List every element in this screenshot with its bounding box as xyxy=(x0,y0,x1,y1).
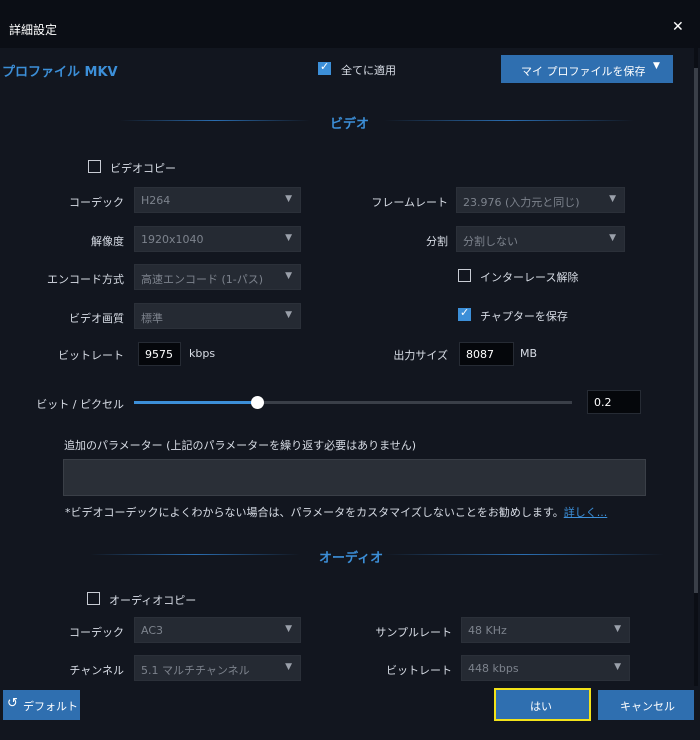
resolution-label: 解像度 xyxy=(91,235,124,248)
ok-button[interactable]: はい xyxy=(494,688,591,721)
sample-rate-value: 48 KHz xyxy=(468,624,507,637)
slider-fill xyxy=(134,401,257,404)
codec-note: *ビデオコーデックによくわからない場合は、パラメータをカスタマイズしないことをお… xyxy=(65,504,607,520)
audio-bitrate-value: 448 kbps xyxy=(468,662,519,675)
advanced-settings-dialog: 詳細設定 ✕ プロファイル MKV 全てに適用 マイ プロファイルを保存 ▼ ビ… xyxy=(0,0,700,740)
keep-chapters-label: チャプターを保存 xyxy=(480,310,568,323)
chevron-down-icon: ▼ xyxy=(614,624,621,634)
output-size-unit: MB xyxy=(520,347,538,360)
save-profile-label: マイ プロファイルを保存 xyxy=(521,65,646,78)
split-value: 分割しない xyxy=(463,235,518,248)
chevron-down-icon: ▼ xyxy=(609,194,616,204)
video-quality-label: ビデオ画質 xyxy=(69,312,124,325)
audio-copy-checkbox[interactable] xyxy=(87,592,100,605)
deinterlace-label: インターレース解除 xyxy=(480,271,579,284)
audio-section-title: オーディオ xyxy=(319,551,384,566)
channels-select[interactable]: 5.1 マルチチャンネル ▼ xyxy=(134,655,301,681)
sample-rate-select[interactable]: 48 KHz ▼ xyxy=(461,617,630,643)
resolution-value: 1920x1040 xyxy=(141,233,204,246)
video-section-header: ビデオ xyxy=(0,113,692,132)
chevron-down-icon: ▼ xyxy=(285,271,292,281)
profile-name: プロファイル MKV xyxy=(2,65,118,80)
video-copy-label: ビデオコピー xyxy=(110,162,176,175)
audio-bitrate-label: ビットレート xyxy=(386,664,452,677)
reset-icon: ↺ xyxy=(7,696,18,711)
video-bitrate-unit: kbps xyxy=(189,347,216,360)
codec-note-text: *ビデオコーデックによくわからない場合は、パラメータをカスタマイズしないことをお… xyxy=(65,506,564,519)
video-quality-value: 標準 xyxy=(141,312,163,325)
default-label: デフォルト xyxy=(23,700,78,713)
audio-codec-select[interactable]: AC3 ▼ xyxy=(134,617,301,643)
channels-value: 5.1 マルチチャンネル xyxy=(141,664,250,677)
video-quality-select[interactable]: 標準 ▼ xyxy=(134,303,301,329)
chevron-down-icon[interactable]: ▼ xyxy=(653,61,660,71)
divider xyxy=(120,120,310,121)
deinterlace-checkbox[interactable] xyxy=(458,269,471,282)
scrollbar[interactable] xyxy=(694,48,698,688)
divider xyxy=(90,554,300,555)
apply-all-checkbox[interactable] xyxy=(318,60,331,75)
split-label: 分割 xyxy=(426,235,448,248)
video-codec-select[interactable]: H264 ▼ xyxy=(134,187,301,213)
learn-more-link[interactable]: 詳しく... xyxy=(564,506,608,519)
encode-mode-value: 高速エンコード (1-パス) xyxy=(141,273,264,286)
output-size-label: 出力サイズ xyxy=(393,349,448,362)
apply-all-label: 全てに適用 xyxy=(341,64,396,77)
bits-per-pixel-label: ビット / ピクセル xyxy=(36,398,124,411)
divider xyxy=(384,120,634,121)
audio-codec-label: コーデック xyxy=(69,626,124,639)
audio-section-header: オーディオ xyxy=(0,547,692,566)
bits-per-pixel-slider[interactable] xyxy=(134,396,572,409)
chevron-down-icon: ▼ xyxy=(609,233,616,243)
video-codec-label: コーデック xyxy=(69,196,124,209)
extra-params-label: 追加のパラメーター (上記のパラメーターを繰り返す必要はありません) xyxy=(64,439,417,452)
dialog-title: 詳細設定 xyxy=(9,23,58,37)
audio-bitrate-select[interactable]: 448 kbps ▼ xyxy=(461,655,630,681)
video-bitrate-input[interactable]: 9575 xyxy=(138,342,181,366)
bits-per-pixel-value: 0.2 xyxy=(594,396,612,409)
video-section-title: ビデオ xyxy=(330,117,370,132)
scrollbar-thumb[interactable] xyxy=(694,68,698,593)
framerate-select[interactable]: 23.976 (入力元と同じ) ▼ xyxy=(456,187,625,213)
chevron-down-icon: ▼ xyxy=(285,624,292,634)
extra-params-textarea[interactable] xyxy=(63,459,646,496)
save-profile-button[interactable]: マイ プロファイルを保存 ▼ xyxy=(501,55,673,83)
close-icon[interactable]: ✕ xyxy=(672,19,684,35)
bits-per-pixel-input[interactable]: 0.2 xyxy=(587,390,641,414)
resolution-select[interactable]: 1920x1040 ▼ xyxy=(134,226,301,252)
encode-mode-select[interactable]: 高速エンコード (1-パス) ▼ xyxy=(134,264,301,290)
divider xyxy=(384,554,664,555)
chevron-down-icon: ▼ xyxy=(285,310,292,320)
output-size-value: 8087 xyxy=(466,348,494,361)
audio-codec-value: AC3 xyxy=(141,624,164,637)
video-bitrate-label: ビットレート xyxy=(58,349,124,362)
video-copy-checkbox[interactable] xyxy=(88,160,101,173)
chevron-down-icon: ▼ xyxy=(285,233,292,243)
default-button[interactable]: ↺ デフォルト xyxy=(3,690,80,720)
audio-copy-label: オーディオコピー xyxy=(109,594,197,607)
dialog-footer xyxy=(0,686,700,740)
channels-label: チャンネル xyxy=(69,664,124,677)
output-size-input[interactable]: 8087 xyxy=(459,342,514,366)
title-bar: 詳細設定 ✕ xyxy=(0,0,700,48)
cancel-label: キャンセル xyxy=(620,700,675,713)
framerate-label: フレームレート xyxy=(371,196,448,209)
encode-mode-label: エンコード方式 xyxy=(47,273,124,286)
slider-thumb[interactable] xyxy=(250,396,264,409)
video-bitrate-value: 9575 xyxy=(145,348,173,361)
keep-chapters-checkbox[interactable] xyxy=(458,306,471,321)
ok-label: はい xyxy=(530,700,552,713)
cancel-button[interactable]: キャンセル xyxy=(598,690,694,720)
chevron-down-icon: ▼ xyxy=(614,662,621,672)
sample-rate-label: サンプルレート xyxy=(375,626,452,639)
video-codec-value: H264 xyxy=(141,194,171,207)
chevron-down-icon: ▼ xyxy=(285,662,292,672)
chevron-down-icon: ▼ xyxy=(285,194,292,204)
framerate-value: 23.976 (入力元と同じ) xyxy=(463,196,580,209)
split-select[interactable]: 分割しない ▼ xyxy=(456,226,625,252)
